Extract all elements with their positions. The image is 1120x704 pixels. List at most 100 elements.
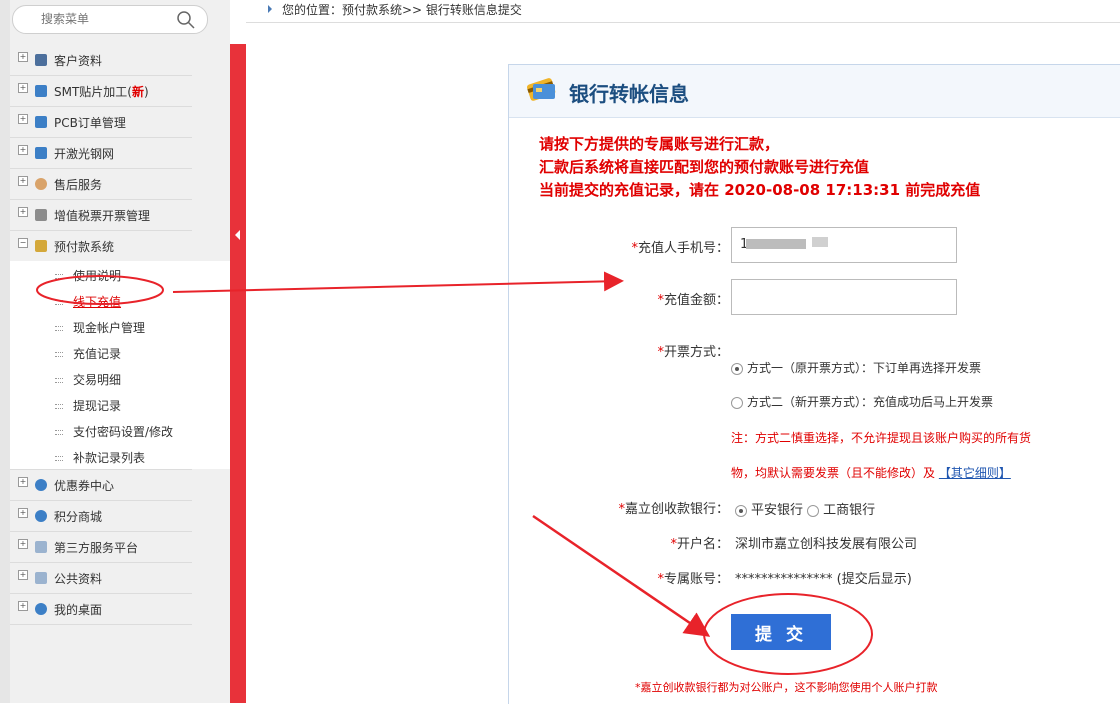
notice-line: 汇款后系统将直接匹配到您的预付款账号进行充值 [539, 158, 870, 176]
menu-search-input[interactable] [39, 11, 173, 27]
expand-icon[interactable]: + [18, 145, 28, 155]
submenu-prepay: 使用说明 线下充值 现金帐户管理 充值记录 交易明细 提现记录 支付密码设置/修… [10, 261, 230, 469]
document-icon [35, 572, 47, 584]
submenu-item-transactions[interactable]: 交易明细 [10, 365, 230, 391]
redacted-mask [746, 239, 806, 249]
coupon-icon [35, 479, 47, 491]
breadcrumb: 您的位置：预付款系统>> 银行转账信息提交 [246, 0, 1120, 23]
phone-label: *充值人手机号： [631, 241, 729, 256]
invoice-method-label: *开票方式： [657, 345, 729, 360]
sidebar-toggle-bar[interactable] [230, 44, 246, 703]
menu-search-box[interactable] [12, 5, 208, 34]
account-number-value: *************** (提交后显示) [735, 572, 912, 587]
submenu-item-cash-account[interactable]: 现金帐户管理 [10, 313, 230, 339]
submenu-item-recharge-records[interactable]: 充值记录 [10, 339, 230, 365]
user-icon [35, 54, 47, 66]
stencil-icon [35, 147, 47, 159]
menu-item-invoice[interactable]: + 增值税票开票管理 [10, 200, 192, 231]
dot-icon [55, 456, 63, 461]
collapse-icon[interactable]: − [18, 238, 28, 248]
expand-icon[interactable]: + [18, 176, 28, 186]
expand-icon[interactable]: + [18, 52, 28, 62]
radio-selected-icon[interactable] [735, 504, 747, 517]
search-icon[interactable] [176, 10, 196, 30]
expand-icon[interactable]: + [18, 207, 28, 217]
amount-label: *充值金额： [657, 293, 729, 308]
menu-item-stencil[interactable]: + 开激光钢网 [10, 138, 192, 169]
notice-line: 请按下方提供的专属账号进行汇款， [539, 135, 780, 153]
expand-icon[interactable]: + [18, 83, 28, 93]
chip-icon [35, 85, 47, 97]
bank-card-icon [526, 78, 556, 101]
collapse-arrow-icon[interactable] [235, 230, 240, 240]
menu-item-points[interactable]: + 积分商城 [10, 501, 192, 532]
recharge-notice: 请按下方提供的专属账号进行汇款， 汇款后系统将直接匹配到您的预付款账号进行充值 … [539, 133, 980, 202]
platform-icon [35, 541, 47, 553]
breadcrumb-arrow-icon [268, 5, 272, 13]
invoice-note-line: 物，均默认需要发票（且不能修改）及 【其它细则】 [731, 466, 1011, 480]
bank-transfer-panel: 银行转帐信息 请按下方提供的专属账号进行汇款， 汇款后系统将直接匹配到您的预付款… [508, 64, 1120, 704]
invoice-note-line: 注：方式二慎重选择，不允许提现且该账户购买的所有货 [731, 431, 1032, 445]
side-menu: + 客户资料 + SMT贴片加工(新) + PCB订单管理 + 开激光钢网 + … [10, 45, 230, 625]
menu-item-customer[interactable]: + 客户资料 [10, 45, 192, 76]
expand-icon[interactable]: + [18, 570, 28, 580]
menu-item-pcb[interactable]: + PCB订单管理 [10, 107, 192, 138]
expand-icon[interactable]: + [18, 601, 28, 611]
menu-item-prepay[interactable]: − 预付款系统 [10, 231, 192, 261]
submenu-item-offline-recharge[interactable]: 线下充值 [10, 287, 230, 313]
account-name-value: 深圳市嘉立创科技发展有限公司 [735, 537, 918, 552]
submenu-item-guide[interactable]: 使用说明 [10, 261, 230, 287]
notice-line: 当前提交的充值记录，请在 2020-08-08 17:13:31 前完成充值 [539, 181, 981, 199]
expand-icon[interactable]: + [18, 477, 28, 487]
expand-icon[interactable]: + [18, 114, 28, 124]
menu-label: 预付款系统 [54, 240, 115, 254]
wallet-icon [35, 240, 47, 252]
bank-label: *嘉立创收款银行： [618, 502, 729, 517]
desktop-icon [35, 603, 47, 615]
menu-item-smt[interactable]: + SMT贴片加工(新) [10, 76, 192, 107]
menu-label: SMT贴片加工(新) [54, 85, 149, 99]
menu-item-public-docs[interactable]: + 公共资料 [10, 563, 192, 594]
dot-icon [55, 300, 63, 305]
menu-item-third-party[interactable]: + 第三方服务平台 [10, 532, 192, 563]
panel-header: 银行转帐信息 [509, 65, 1120, 118]
submenu-label: 充值记录 [73, 347, 122, 361]
phone-field[interactable]: 1 [731, 227, 957, 263]
expand-icon[interactable]: + [18, 508, 28, 518]
submenu-item-supplement[interactable]: 补款记录列表 [10, 443, 230, 469]
menu-item-desktop[interactable]: + 我的桌面 [10, 594, 192, 625]
other-rules-link[interactable]: 【其它细则】 [939, 466, 1011, 480]
sidebar: + 客户资料 + SMT贴片加工(新) + PCB订单管理 + 开激光钢网 + … [0, 0, 230, 703]
bank-option-pingan[interactable]: 平安银行 [735, 503, 803, 518]
bank-option-icbc[interactable]: 工商银行 [807, 503, 875, 518]
expand-icon[interactable]: + [18, 539, 28, 549]
radio-icon[interactable] [731, 396, 743, 409]
submenu-label: 线下充值 [73, 295, 122, 309]
submenu-label: 现金帐户管理 [73, 321, 146, 335]
menu-item-aftersale[interactable]: + 售后服务 [10, 169, 192, 200]
dot-icon [55, 404, 63, 409]
menu-label: 优惠券中心 [54, 479, 115, 493]
submenu-label: 交易明细 [73, 373, 122, 387]
submit-button[interactable]: 提 交 [731, 614, 831, 650]
menu-label: 积分商城 [54, 510, 103, 524]
footnote: *嘉立创收款银行都为对公账户，这不影响您使用个人账户打款 [635, 681, 938, 694]
support-icon [35, 178, 47, 190]
menu-label: PCB订单管理 [54, 116, 126, 130]
bank-options: 平安银行 工商银行 [735, 499, 875, 518]
board-icon [35, 116, 47, 128]
dot-icon [55, 378, 63, 383]
menu-label: 售后服务 [54, 178, 103, 192]
submenu-label: 使用说明 [73, 269, 122, 283]
dot-icon [55, 326, 63, 331]
account-number-label: *专属账号： [657, 572, 729, 587]
menu-item-coupons[interactable]: + 优惠券中心 [10, 469, 192, 501]
amount-field[interactable] [731, 279, 957, 315]
submenu-item-withdrawals[interactable]: 提现记录 [10, 391, 230, 417]
invoice-option-2[interactable]: 方式二（新开票方式）：充值成功后马上开发票 [731, 393, 993, 410]
radio-icon[interactable] [807, 504, 820, 517]
invoice-option-1[interactable]: 方式一（原开票方式）：下订单再选择开发票 [731, 359, 981, 376]
submenu-item-pay-password[interactable]: 支付密码设置/修改 [10, 417, 230, 443]
menu-label: 增值税票开票管理 [54, 209, 151, 223]
radio-selected-icon[interactable] [731, 362, 743, 375]
